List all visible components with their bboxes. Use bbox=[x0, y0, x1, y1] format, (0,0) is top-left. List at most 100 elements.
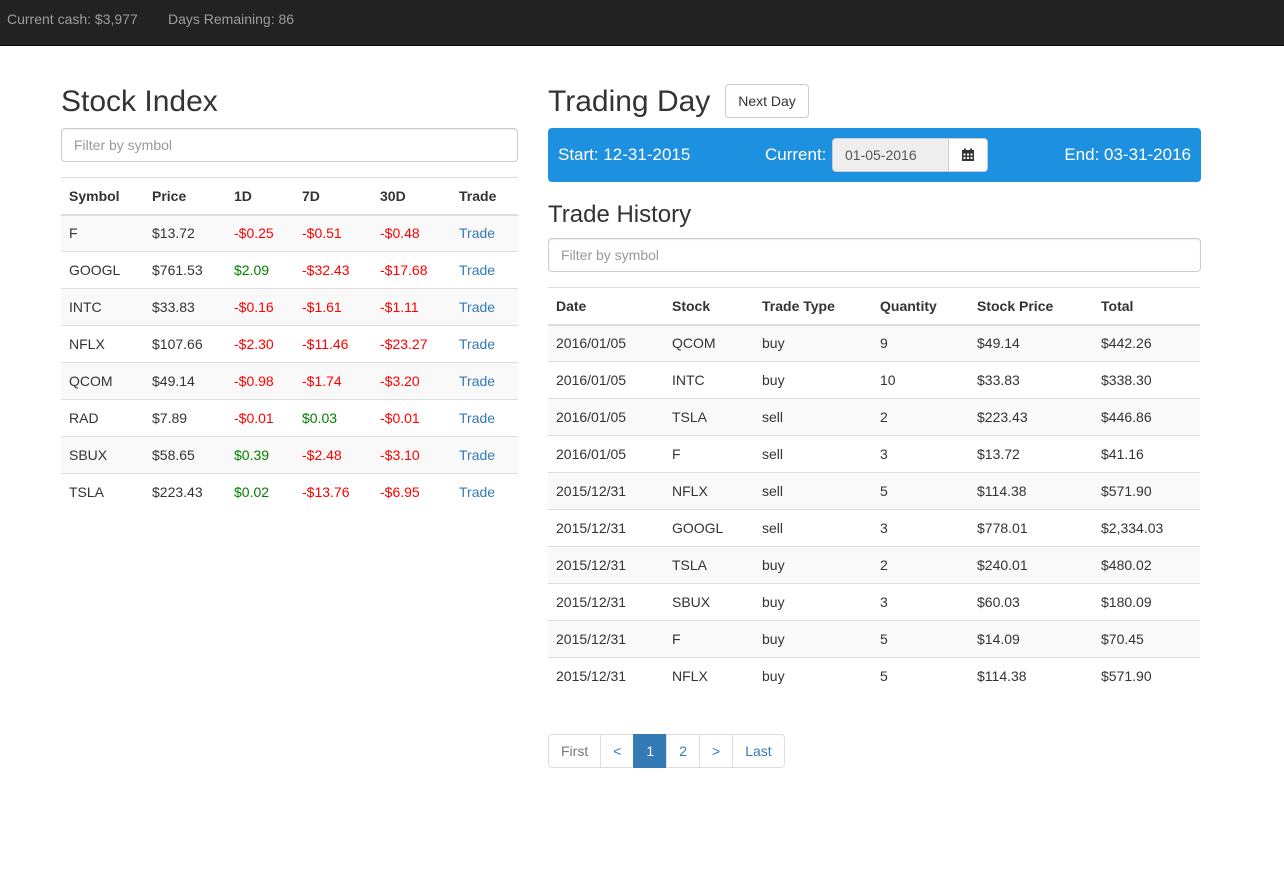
table-row: 2015/12/31 NFLX sell 5 $114.38 $571.90 bbox=[548, 472, 1200, 510]
cell-symbol: INTC bbox=[61, 288, 144, 326]
trade-link[interactable]: Trade bbox=[459, 484, 495, 500]
cell-symbol: TSLA bbox=[61, 473, 144, 511]
trade-link[interactable]: Trade bbox=[459, 225, 495, 241]
cell-date: 2015/12/31 bbox=[548, 620, 664, 658]
trade-link[interactable]: Trade bbox=[459, 262, 495, 278]
cell-price: $49.14 bbox=[144, 362, 226, 400]
col-total: Total bbox=[1093, 287, 1200, 326]
cell-trade: Trade bbox=[451, 251, 518, 289]
trade-history-header-row: Date Stock Trade Type Quantity Stock Pri… bbox=[548, 287, 1200, 326]
table-row: 2016/01/05 QCOM buy 9 $49.14 $442.26 bbox=[548, 324, 1200, 362]
page-prev-button[interactable]: < bbox=[600, 734, 635, 768]
cell-trade-type: buy bbox=[754, 657, 872, 695]
col-stock: Stock bbox=[664, 287, 754, 326]
table-row: INTC $33.83 -$0.16 -$1.61 -$1.11 Trade bbox=[61, 288, 518, 326]
page-2-button[interactable]: 2 bbox=[666, 734, 700, 768]
cell-trade: Trade bbox=[451, 399, 518, 437]
stock-index-table: Symbol Price 1D 7D 30D Trade F $13.72 -$0.… bbox=[61, 177, 518, 511]
cell-7d: -$1.74 bbox=[294, 362, 372, 400]
cell-trade-type: buy bbox=[754, 546, 872, 584]
cell-trade-type: sell bbox=[754, 398, 872, 436]
cell-stock-price: $60.03 bbox=[969, 583, 1093, 621]
cell-total: $180.09 bbox=[1093, 583, 1200, 621]
cell-symbol: NFLX bbox=[61, 325, 144, 363]
cell-trade: Trade bbox=[451, 325, 518, 363]
table-row: 2015/12/31 SBUX buy 3 $60.03 $180.09 bbox=[548, 583, 1200, 621]
cell-symbol: SBUX bbox=[61, 436, 144, 474]
next-day-button[interactable]: Next Day bbox=[725, 84, 809, 118]
col-7d: 7D bbox=[294, 177, 372, 216]
cell-total: $480.02 bbox=[1093, 546, 1200, 584]
cell-7d: -$13.76 bbox=[294, 473, 372, 511]
cell-stock-price: $114.38 bbox=[969, 657, 1093, 695]
cell-price: $223.43 bbox=[144, 473, 226, 511]
cell-trade: Trade bbox=[451, 362, 518, 400]
cell-date: 2015/12/31 bbox=[548, 509, 664, 547]
col-trade: Trade bbox=[451, 177, 518, 216]
cell-total: $338.30 bbox=[1093, 361, 1200, 399]
cell-1d: -$0.98 bbox=[226, 362, 294, 400]
cell-1d: $2.09 bbox=[226, 251, 294, 289]
cell-1d: -$2.30 bbox=[226, 325, 294, 363]
table-row: 2016/01/05 INTC buy 10 $33.83 $338.30 bbox=[548, 361, 1200, 399]
cell-30d: -$23.27 bbox=[372, 325, 451, 363]
cell-7d: -$32.43 bbox=[294, 251, 372, 289]
cell-quantity: 2 bbox=[872, 546, 969, 584]
table-row: 2015/12/31 GOOGL sell 3 $778.01 $2,334.03 bbox=[548, 509, 1200, 547]
page-first-button[interactable]: First bbox=[548, 734, 602, 768]
pagination: First <1 2 > Last bbox=[548, 734, 785, 768]
trading-day-title: Trading Day bbox=[548, 85, 711, 118]
page-next-button[interactable]: > bbox=[699, 734, 734, 768]
cell-price: $107.66 bbox=[144, 325, 226, 363]
current-date-input[interactable] bbox=[832, 138, 949, 172]
trade-link[interactable]: Trade bbox=[459, 410, 495, 426]
col-quantity: Quantity bbox=[872, 287, 969, 326]
trade-history-filter-input[interactable] bbox=[548, 238, 1201, 272]
cell-stock: INTC bbox=[664, 361, 754, 399]
trade-history-title: Trade History bbox=[548, 201, 692, 228]
cell-trade-type: sell bbox=[754, 435, 872, 473]
cell-quantity: 9 bbox=[872, 324, 969, 362]
cell-7d: -$0.51 bbox=[294, 214, 372, 252]
page-1-button[interactable]: 1 bbox=[633, 734, 668, 768]
cell-stock-price: $240.01 bbox=[969, 546, 1093, 584]
cell-symbol: QCOM bbox=[61, 362, 144, 400]
trade-link[interactable]: Trade bbox=[459, 336, 495, 352]
table-row: TSLA $223.43 $0.02 -$13.76 -$6.95 Trade bbox=[61, 473, 518, 511]
cell-trade-type: buy bbox=[754, 620, 872, 658]
col-symbol: Symbol bbox=[61, 177, 144, 216]
trade-link[interactable]: Trade bbox=[459, 373, 495, 389]
cell-symbol: F bbox=[61, 214, 144, 252]
calendar-button[interactable] bbox=[948, 138, 988, 172]
calendar-icon bbox=[962, 148, 974, 161]
cell-30d: -$0.48 bbox=[372, 214, 451, 252]
cell-total: $571.90 bbox=[1093, 657, 1200, 695]
page-last-button[interactable]: Last bbox=[732, 734, 785, 768]
cell-symbol: RAD bbox=[61, 399, 144, 437]
trade-link[interactable]: Trade bbox=[459, 447, 495, 463]
cell-total: $442.26 bbox=[1093, 324, 1200, 362]
cell-trade: Trade bbox=[451, 288, 518, 326]
col-1d: 1D bbox=[226, 177, 294, 216]
table-row: SBUX $58.65 $0.39 -$2.48 -$3.10 Trade bbox=[61, 436, 518, 474]
cell-1d: $0.39 bbox=[226, 436, 294, 474]
cell-stock: NFLX bbox=[664, 472, 754, 510]
cell-quantity: 5 bbox=[872, 657, 969, 695]
cell-stock-price: $49.14 bbox=[969, 324, 1093, 362]
stock-index-filter-input[interactable] bbox=[61, 128, 518, 162]
cell-quantity: 3 bbox=[872, 509, 969, 547]
col-trade-type: Trade Type bbox=[754, 287, 872, 326]
cell-stock: F bbox=[664, 620, 754, 658]
cell-trade-type: buy bbox=[754, 324, 872, 362]
cell-date: 2016/01/05 bbox=[548, 398, 664, 436]
cell-total: $41.16 bbox=[1093, 435, 1200, 473]
cell-trade: Trade bbox=[451, 436, 518, 474]
table-row: QCOM $49.14 -$0.98 -$1.74 -$3.20 Trade bbox=[61, 362, 518, 400]
trade-link[interactable]: Trade bbox=[459, 299, 495, 315]
cell-stock: TSLA bbox=[664, 546, 754, 584]
cell-stock: NFLX bbox=[664, 657, 754, 695]
cell-trade-type: sell bbox=[754, 472, 872, 510]
table-row: 2015/12/31 NFLX buy 5 $114.38 $571.90 bbox=[548, 657, 1200, 695]
cell-symbol: GOOGL bbox=[61, 251, 144, 289]
cell-stock: TSLA bbox=[664, 398, 754, 436]
